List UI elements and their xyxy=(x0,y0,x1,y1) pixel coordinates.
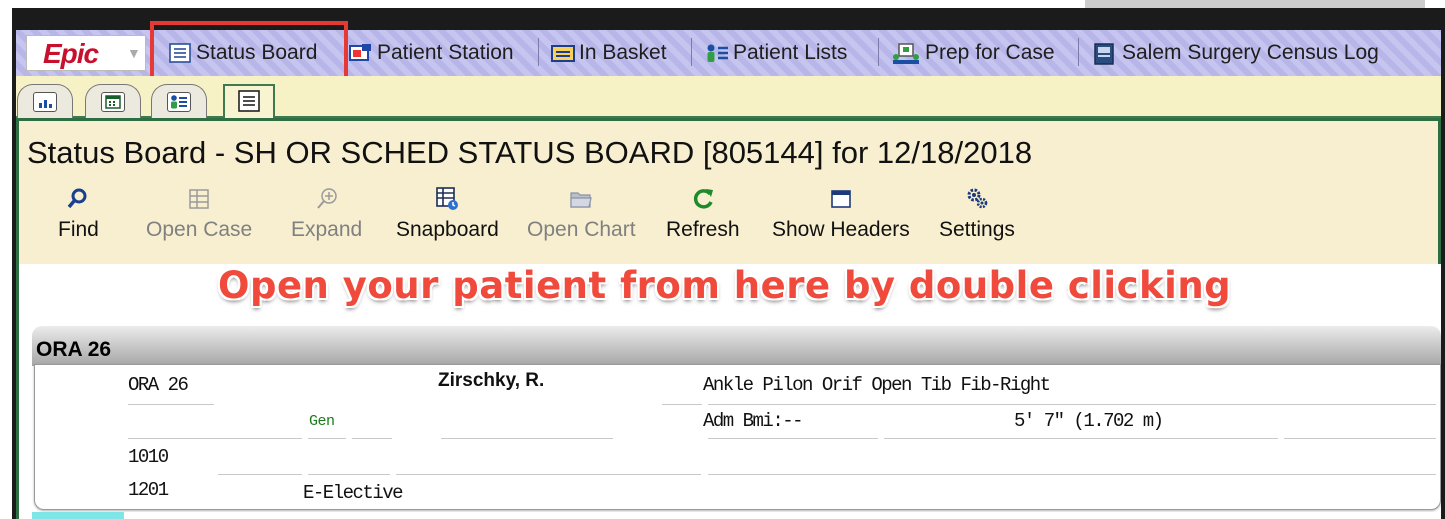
case-service: Gen xyxy=(309,413,335,430)
menu-salem-surgery-census-log-label: Salem Surgery Census Log xyxy=(1122,41,1379,64)
prep-case-icon xyxy=(891,43,921,64)
epic-menu-button[interactable]: Epic ▼ xyxy=(26,35,146,71)
field-underline xyxy=(396,474,701,475)
refresh-label: Refresh xyxy=(666,218,740,241)
status-board-icon xyxy=(237,89,261,117)
menu-divider xyxy=(878,38,879,66)
census-log-icon xyxy=(1092,43,1118,65)
zoom-in-icon xyxy=(314,186,340,212)
search-icon xyxy=(65,186,91,212)
field-underline xyxy=(218,474,302,475)
menu-in-basket[interactable]: In Basket xyxy=(551,38,667,68)
patient-list-icon xyxy=(167,91,191,112)
field-underline xyxy=(441,438,613,439)
case-bmi: Adm Bmi:-- xyxy=(703,410,804,432)
case-patient-name[interactable]: Zirschky, R. xyxy=(438,370,544,392)
snapboard-label: Snapboard xyxy=(396,218,499,241)
field-underline xyxy=(128,404,214,405)
expand-label: Expand xyxy=(291,218,363,241)
field-underline xyxy=(352,438,392,439)
show-headers-button[interactable]: Show Headers xyxy=(772,186,910,250)
highlight-box xyxy=(150,21,348,82)
menu-divider xyxy=(1078,38,1079,66)
field-underline xyxy=(708,474,1436,475)
find-label: Find xyxy=(58,218,99,241)
next-case-row[interactable] xyxy=(32,512,1441,519)
snapboard-button[interactable]: Snapboard xyxy=(396,186,499,250)
menu-patient-lists-label: Patient Lists xyxy=(733,41,848,64)
menu-salem-surgery-census-log[interactable]: Salem Surgery Census Log xyxy=(1092,38,1379,68)
case-room: ORA 26 xyxy=(128,374,189,396)
inbox-icon xyxy=(551,43,575,63)
menu-patient-station-label: Patient Station xyxy=(377,41,514,64)
field-underline xyxy=(662,404,702,405)
refresh-icon xyxy=(690,186,716,212)
patient-list-icon xyxy=(705,43,729,63)
window-icon xyxy=(828,186,854,212)
settings-button[interactable]: Settings xyxy=(939,186,1015,250)
gear-icon xyxy=(964,186,990,212)
field-underline xyxy=(128,438,302,439)
snapboard-icon xyxy=(434,186,460,212)
field-underline xyxy=(708,404,1436,405)
case-time-2: 1201 xyxy=(128,479,169,501)
open-case-label: Open Case xyxy=(146,218,253,241)
expand-button[interactable]: Expand xyxy=(291,186,362,250)
annotation-callout: Open your patient from here by double cl… xyxy=(218,264,1232,307)
tab-patient-list[interactable] xyxy=(151,84,207,118)
menu-prep-for-case-label: Prep for Case xyxy=(925,41,1055,64)
open-case-icon xyxy=(186,186,212,212)
folder-icon xyxy=(568,186,594,212)
next-case-row-body xyxy=(124,512,1441,519)
chevron-down-icon: ▼ xyxy=(127,45,141,61)
case-time-1: 1010 xyxy=(128,446,169,468)
case-procedure: Ankle Pilon Orif Open Tib Fib-Right xyxy=(703,374,1051,396)
patient-station-icon xyxy=(349,43,373,63)
menu-prep-for-case[interactable]: Prep for Case xyxy=(891,38,1055,68)
open-case-button[interactable]: Open Case xyxy=(146,186,252,250)
settings-label: Settings xyxy=(939,218,1015,241)
field-underline xyxy=(308,438,346,439)
field-underline xyxy=(884,438,1278,439)
case-class: E-Elective xyxy=(303,482,404,504)
find-button[interactable]: Find xyxy=(58,186,99,250)
tab-chart[interactable] xyxy=(17,84,73,118)
menu-divider xyxy=(691,38,692,66)
menu-divider xyxy=(538,38,539,66)
open-chart-label: Open Chart xyxy=(527,218,636,241)
tab-status-board[interactable] xyxy=(223,84,275,120)
open-chart-button[interactable]: Open Chart xyxy=(527,186,636,250)
field-underline xyxy=(1284,438,1436,439)
chart-icon xyxy=(33,91,57,112)
menu-patient-station[interactable]: Patient Station xyxy=(349,38,514,68)
menu-in-basket-label: In Basket xyxy=(579,41,667,64)
room-group-header[interactable]: ORA 26 xyxy=(32,326,1441,366)
calendar-icon xyxy=(101,91,125,112)
room-group-label: ORA 26 xyxy=(36,338,112,361)
tab-calendar[interactable] xyxy=(85,84,141,118)
show-headers-label: Show Headers xyxy=(772,218,910,241)
field-underline xyxy=(708,438,878,439)
epic-logo: Epic xyxy=(43,38,99,69)
field-underline xyxy=(308,474,390,475)
menu-patient-lists[interactable]: Patient Lists xyxy=(705,38,847,68)
refresh-button[interactable]: Refresh xyxy=(666,186,740,250)
page-title: Status Board - SH OR SCHED STATUS BOARD … xyxy=(27,135,1033,170)
case-height: 5' 7" (1.702 m) xyxy=(1014,410,1164,432)
